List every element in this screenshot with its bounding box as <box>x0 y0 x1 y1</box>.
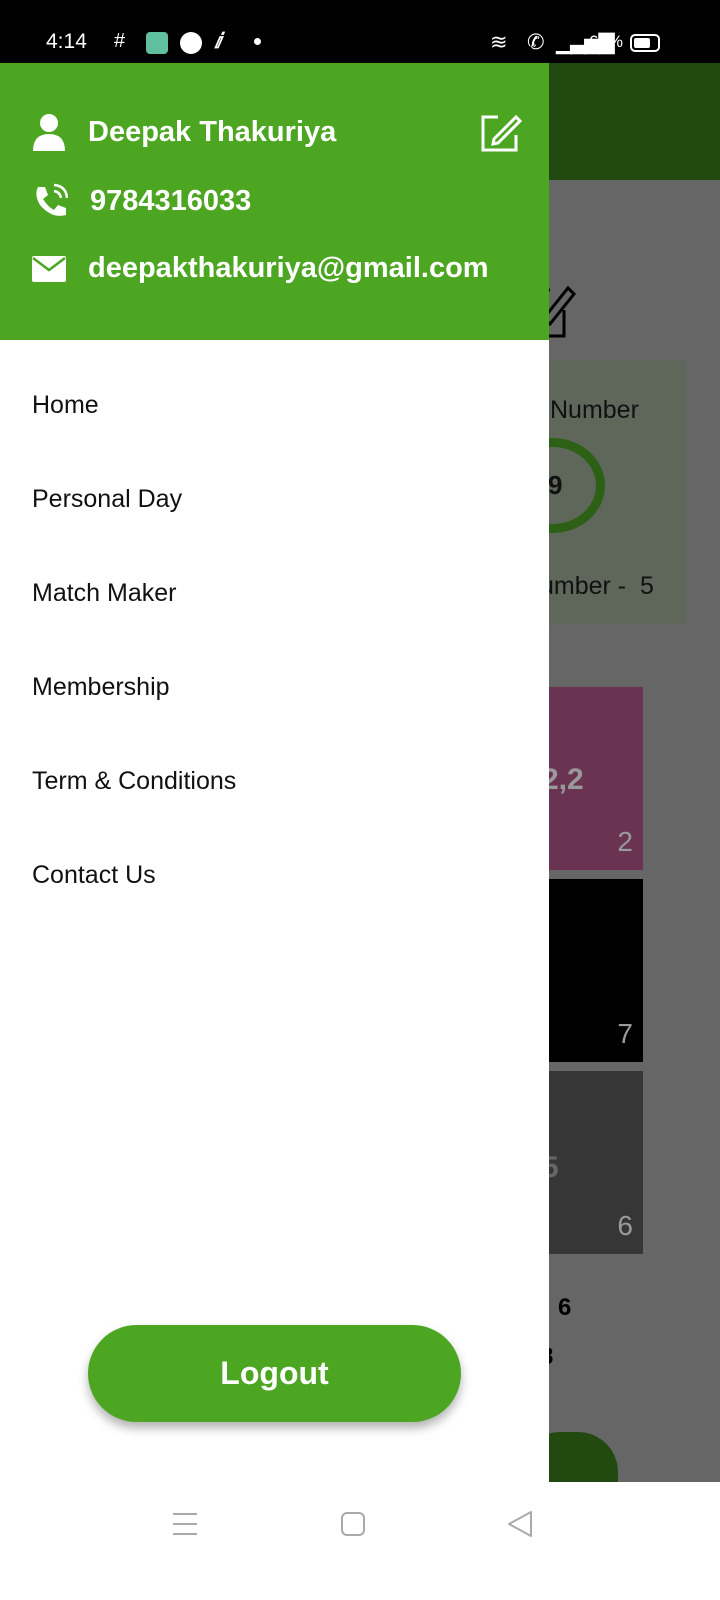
circle-value: 9 <box>548 470 563 500</box>
status-bar: 4:14 # ⅈ ≋ ✆ ▁▃▅▇ 64% <box>0 0 720 63</box>
menu-item-match-maker[interactable]: Match Maker <box>32 579 176 608</box>
battery-percent: 64% <box>589 32 624 51</box>
recents-icon[interactable] <box>172 1512 198 1536</box>
logout-button[interactable]: Logout <box>88 1325 461 1422</box>
more-notifications-icon <box>254 38 261 45</box>
system-nav-bar <box>0 1482 720 1600</box>
card-title: Number <box>550 396 639 424</box>
menu-item-contact-us[interactable]: Contact Us <box>32 861 156 890</box>
menu-item-home[interactable]: Home <box>32 391 99 420</box>
phonepe-icon <box>180 32 202 54</box>
menu-item-membership[interactable]: Membership <box>32 673 170 702</box>
bg-text: 6 <box>558 1294 572 1321</box>
edit-profile-icon[interactable] <box>480 113 522 153</box>
user-icon <box>33 114 65 151</box>
wifi-call-icon: ✆ <box>527 31 545 54</box>
bank-app-icon: ⅈ <box>214 30 222 53</box>
wifi-icon: ≋ <box>490 31 508 54</box>
clock: 4:14 <box>46 30 87 53</box>
email-icon <box>32 255 66 282</box>
app-header <box>549 63 720 180</box>
profile-phone-row: 9784316033 <box>32 183 251 219</box>
profile-phone: 9784316033 <box>90 184 252 217</box>
profile-email-row: deepakthakuriya@gmail.com <box>32 252 489 285</box>
profile-email: deepakthakuriya@gmail.com <box>88 252 489 284</box>
phone-icon <box>36 183 68 216</box>
app-notification-icon <box>146 32 168 54</box>
battery-icon <box>630 34 660 52</box>
home-icon[interactable] <box>341 1512 365 1536</box>
card-footer: umber - 5 <box>540 572 654 600</box>
drawer-header: Deepak Thakuriya 9784316033 deepakthakur… <box>0 63 549 340</box>
menu-item-terms[interactable]: Term & Conditions <box>32 767 236 796</box>
profile-name-row: Deepak Thakuriya <box>32 113 336 151</box>
navigation-drawer: Deepak Thakuriya 9784316033 deepakthakur… <box>0 63 549 1482</box>
back-icon[interactable] <box>507 1510 533 1538</box>
profile-name: Deepak Thakuriya <box>88 115 337 148</box>
menu-item-personal-day[interactable]: Personal Day <box>32 485 182 514</box>
slack-icon: # <box>114 30 126 52</box>
